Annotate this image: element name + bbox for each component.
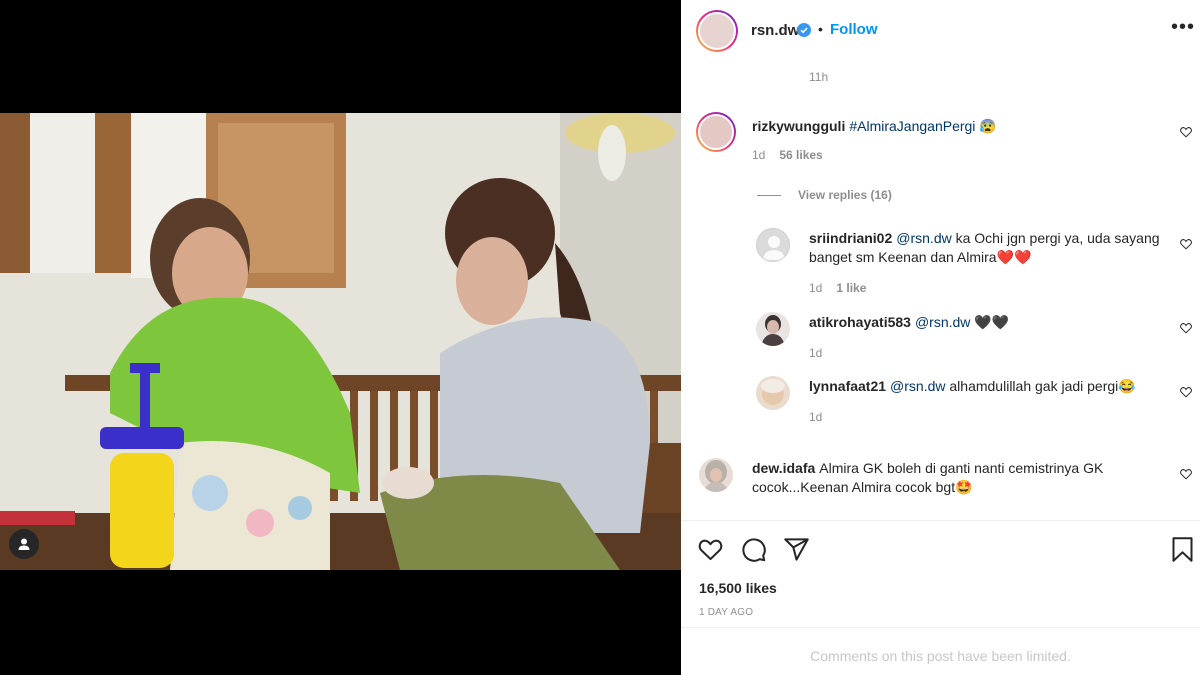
reply-likes[interactable]: 1 like bbox=[836, 281, 866, 295]
reply-mention[interactable]: @rsn.dw bbox=[915, 314, 970, 330]
reply-avatar[interactable] bbox=[756, 376, 790, 410]
author-username[interactable]: rsn.dw bbox=[751, 22, 799, 39]
comment-avatar[interactable] bbox=[696, 112, 736, 152]
reply-mention[interactable]: @rsn.dw bbox=[896, 230, 951, 246]
comment: dew.idafa Almira GK boleh di ganti nanti … bbox=[752, 459, 1164, 497]
comments-limited-notice: Comments on this post have been limited. bbox=[810, 648, 1071, 664]
reply-heart-icon[interactable] bbox=[1180, 238, 1192, 250]
user-tag-icon bbox=[18, 538, 30, 550]
post-sidebar: rsn.dw • Follow ••• 11h rizkywungguli #Al… bbox=[681, 0, 1200, 675]
comment-hashtag[interactable]: #AlmiraJanganPergi bbox=[849, 118, 975, 134]
comment-avatar[interactable] bbox=[699, 458, 733, 492]
verified-badge-icon bbox=[797, 23, 811, 37]
reply-avatar[interactable] bbox=[756, 228, 790, 262]
reply-emoji: 🖤🖤 bbox=[974, 314, 1010, 330]
reply-username[interactable]: sriindriani02 bbox=[809, 230, 892, 246]
comments-list[interactable]: rizkywungguli #AlmiraJanganPergi 😰 1d 56 l… bbox=[681, 92, 1200, 520]
bookmark-icon[interactable] bbox=[1169, 536, 1196, 563]
action-bar bbox=[681, 521, 1200, 576]
photo-illustration bbox=[0, 113, 681, 570]
reply-avatar[interactable] bbox=[756, 312, 790, 346]
comment-emoji: 🤩 bbox=[955, 479, 973, 495]
reply-emoji: ❤️❤️ bbox=[996, 249, 1032, 265]
post-timestamp[interactable]: 1 DAY AGO bbox=[699, 607, 753, 618]
footer-divider bbox=[681, 627, 1200, 628]
user-tag-button[interactable] bbox=[9, 529, 39, 559]
reply-time: 1d bbox=[809, 281, 823, 295]
post-photo bbox=[0, 113, 681, 570]
comment-username[interactable]: rizkywungguli bbox=[752, 118, 845, 134]
comment-icon[interactable] bbox=[740, 536, 767, 563]
comment-username[interactable]: dew.idafa bbox=[752, 460, 815, 476]
reply-heart-icon[interactable] bbox=[1180, 386, 1192, 398]
reply-mention[interactable]: @rsn.dw bbox=[890, 378, 945, 394]
comment-heart-icon[interactable] bbox=[1180, 126, 1192, 138]
reply: sriindriani02 @rsn.dw ka Ochi jgn pergi y… bbox=[809, 229, 1164, 295]
reply-emoji: 😂 bbox=[1118, 378, 1136, 394]
reply-username[interactable]: lynnafaat21 bbox=[809, 378, 886, 394]
comment-heart-icon[interactable] bbox=[1180, 468, 1192, 480]
comment-time: 1d bbox=[752, 148, 766, 162]
caption-time: 11h bbox=[809, 70, 829, 84]
reply: lynnafaat21 @rsn.dw alhamdulillah gak jad… bbox=[809, 377, 1164, 424]
comment: rizkywungguli #AlmiraJanganPergi 😰 1d 56 l… bbox=[752, 117, 1172, 162]
header-separator: • bbox=[818, 21, 823, 37]
share-icon[interactable] bbox=[783, 536, 810, 563]
view-replies-label: View replies (16) bbox=[798, 188, 892, 202]
view-replies-button[interactable]: View replies (16) bbox=[757, 188, 892, 202]
comment-likes[interactable]: 56 likes bbox=[779, 148, 822, 162]
likes-count[interactable]: 16,500 likes bbox=[699, 580, 777, 596]
follow-button[interactable]: Follow bbox=[830, 21, 878, 38]
reply: atikrohayati583 @rsn.dw 🖤🖤 1d bbox=[809, 313, 1164, 360]
more-options-icon[interactable]: ••• bbox=[1171, 16, 1195, 39]
author-avatar[interactable] bbox=[696, 10, 738, 52]
reply-heart-icon[interactable] bbox=[1180, 322, 1192, 334]
reply-time: 1d bbox=[809, 410, 823, 424]
reply-text: alhamdulillah gak jadi pergi bbox=[945, 378, 1119, 394]
reply-time: 1d bbox=[809, 346, 823, 360]
post-media[interactable] bbox=[0, 0, 681, 675]
reply-username[interactable]: atikrohayati583 bbox=[809, 314, 911, 330]
post-header: rsn.dw • Follow ••• bbox=[681, 0, 1200, 60]
comment-emoji: 😰 bbox=[979, 118, 997, 134]
heart-icon[interactable] bbox=[697, 536, 724, 563]
